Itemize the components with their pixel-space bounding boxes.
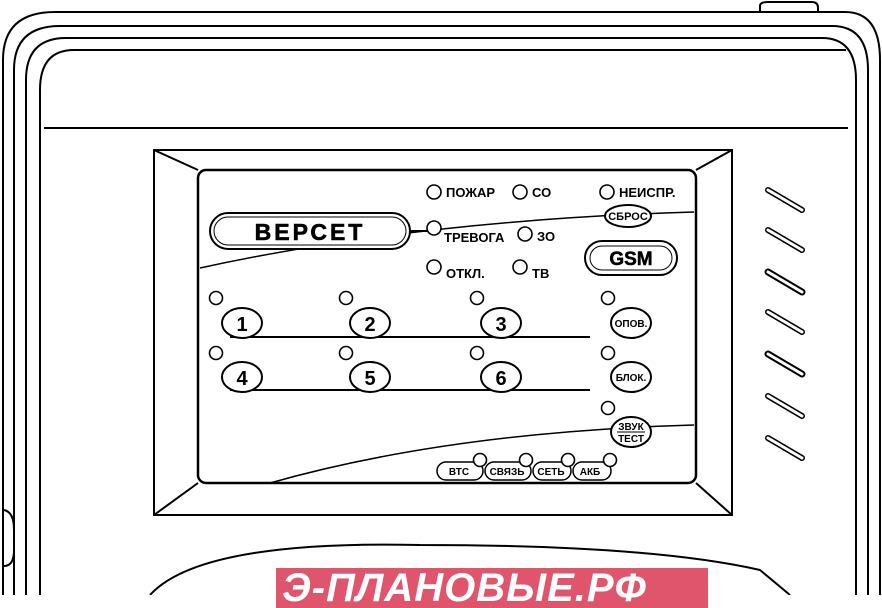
zone-5-button[interactable]: 5	[349, 361, 391, 393]
zone-2-button[interactable]: 2	[349, 307, 391, 339]
zone4-led-icon	[208, 345, 224, 361]
notify-led-icon	[600, 290, 616, 306]
zone-4-button[interactable]: 4	[221, 361, 263, 393]
net-led-icon	[560, 452, 576, 468]
brand-logo: ВЕРСЕТ	[209, 212, 428, 250]
btc-led-icon	[472, 452, 488, 468]
net-label: СЕТЬ	[537, 467, 564, 478]
zone-1-button[interactable]: 1	[221, 307, 263, 339]
gsm-label: GSM	[609, 249, 652, 270]
co-label: СО	[532, 185, 551, 200]
fault-led-icon	[599, 184, 615, 200]
alarm-label: ТРЕВОГА	[444, 230, 505, 245]
device-drawing: ВЕРСЕТ ПОЖАР СО НЕИСПР. ТРЕВОГА ЗО ОТКЛ.…	[2, 0, 881, 595]
fault-label: НЕИСПР.	[619, 185, 675, 200]
gsm-button[interactable]: GSM	[584, 240, 678, 276]
watermark-banner: Э-ПЛАНОВЫЕ.РФ	[276, 568, 708, 608]
link-led-icon	[518, 452, 534, 468]
notify-label: ОПОВ.	[615, 319, 648, 330]
zone-2-label: 2	[364, 314, 375, 336]
zone-4-label: 4	[236, 368, 248, 390]
sound-test-button[interactable]: ЗВУК ТЕСТ	[610, 416, 652, 448]
zo-led-icon	[517, 226, 533, 242]
zone-6-label: 6	[495, 368, 506, 390]
battery-label: АКБ	[580, 467, 601, 478]
zone1-led-icon	[208, 290, 224, 306]
btc-label: ВТС	[449, 467, 469, 478]
sound-label: ЗВУК	[618, 422, 644, 433]
zone-3-label: 3	[495, 314, 506, 336]
co-led-icon	[512, 184, 528, 200]
link-label: СВЯЗЬ	[490, 467, 525, 478]
reset-label: СБРОС	[608, 211, 648, 223]
watermark-text: Э-ПЛАНОВЫЕ.РФ	[282, 568, 647, 608]
zo-label: ЗО	[537, 229, 555, 244]
off-led-icon	[426, 259, 442, 275]
sound-led-icon	[600, 400, 616, 416]
block-button[interactable]: БЛОК.	[610, 361, 652, 393]
fire-led-icon	[426, 184, 442, 200]
block-label: БЛОК.	[616, 373, 647, 384]
speaker-grille	[764, 187, 806, 461]
zone3-led-icon	[469, 290, 485, 306]
zone2-led-icon	[338, 290, 354, 306]
tv-label: ТВ	[532, 266, 549, 281]
zone-5-label: 5	[364, 368, 375, 390]
tv-led-icon	[512, 259, 528, 275]
battery-led-icon	[602, 452, 618, 468]
reset-button[interactable]: СБРОС	[604, 204, 652, 228]
alarm-led-icon	[426, 220, 442, 236]
zone-3-button[interactable]: 3	[480, 307, 522, 339]
zone-6-button[interactable]: 6	[480, 361, 522, 393]
fire-label: ПОЖАР	[446, 185, 495, 200]
off-label: ОТКЛ.	[446, 266, 485, 281]
brand-name: ВЕРСЕТ	[255, 219, 366, 245]
zone-1-label: 1	[236, 314, 247, 336]
zone5-led-icon	[338, 345, 354, 361]
zone6-led-icon	[469, 345, 485, 361]
notify-button[interactable]: ОПОВ.	[610, 307, 652, 339]
block-led-icon	[600, 345, 616, 361]
test-label: ТЕСТ	[618, 434, 644, 445]
